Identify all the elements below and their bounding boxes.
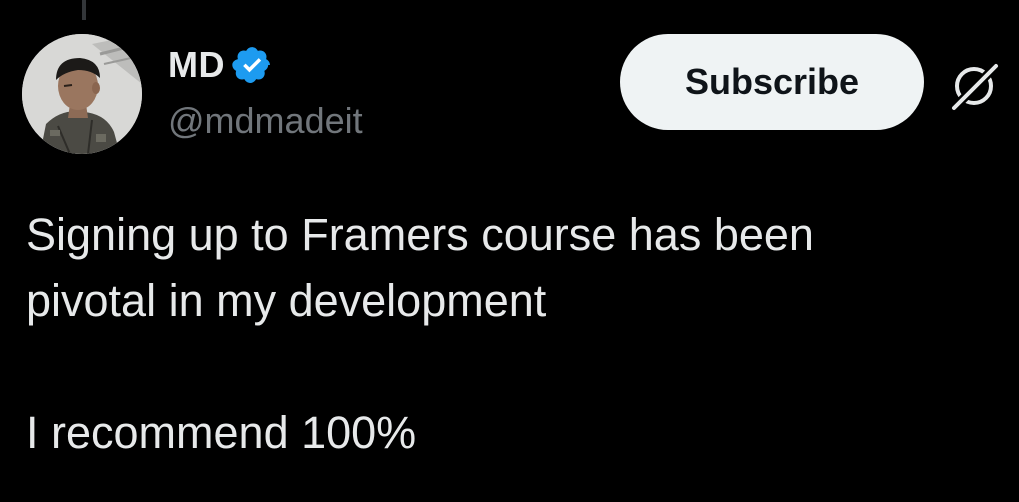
grok-icon[interactable] bbox=[946, 58, 1002, 114]
author-name-row: MD bbox=[168, 40, 273, 90]
thread-connector-line bbox=[82, 0, 86, 20]
tweet-text: Signing up to Framers course has been pi… bbox=[26, 202, 986, 466]
author-display-name[interactable]: MD bbox=[168, 44, 225, 86]
verified-badge-icon[interactable] bbox=[231, 44, 273, 86]
subscribe-button[interactable]: Subscribe bbox=[620, 34, 924, 130]
tweet-line-1: Signing up to Framers course has been bbox=[26, 209, 814, 260]
tweet-line-2: pivotal in my development bbox=[26, 275, 547, 326]
avatar[interactable] bbox=[22, 34, 142, 154]
avatar-illustration bbox=[22, 34, 142, 154]
tweet-line-3: I recommend 100% bbox=[26, 407, 417, 458]
author-handle[interactable]: @mdmadeit bbox=[168, 100, 363, 142]
